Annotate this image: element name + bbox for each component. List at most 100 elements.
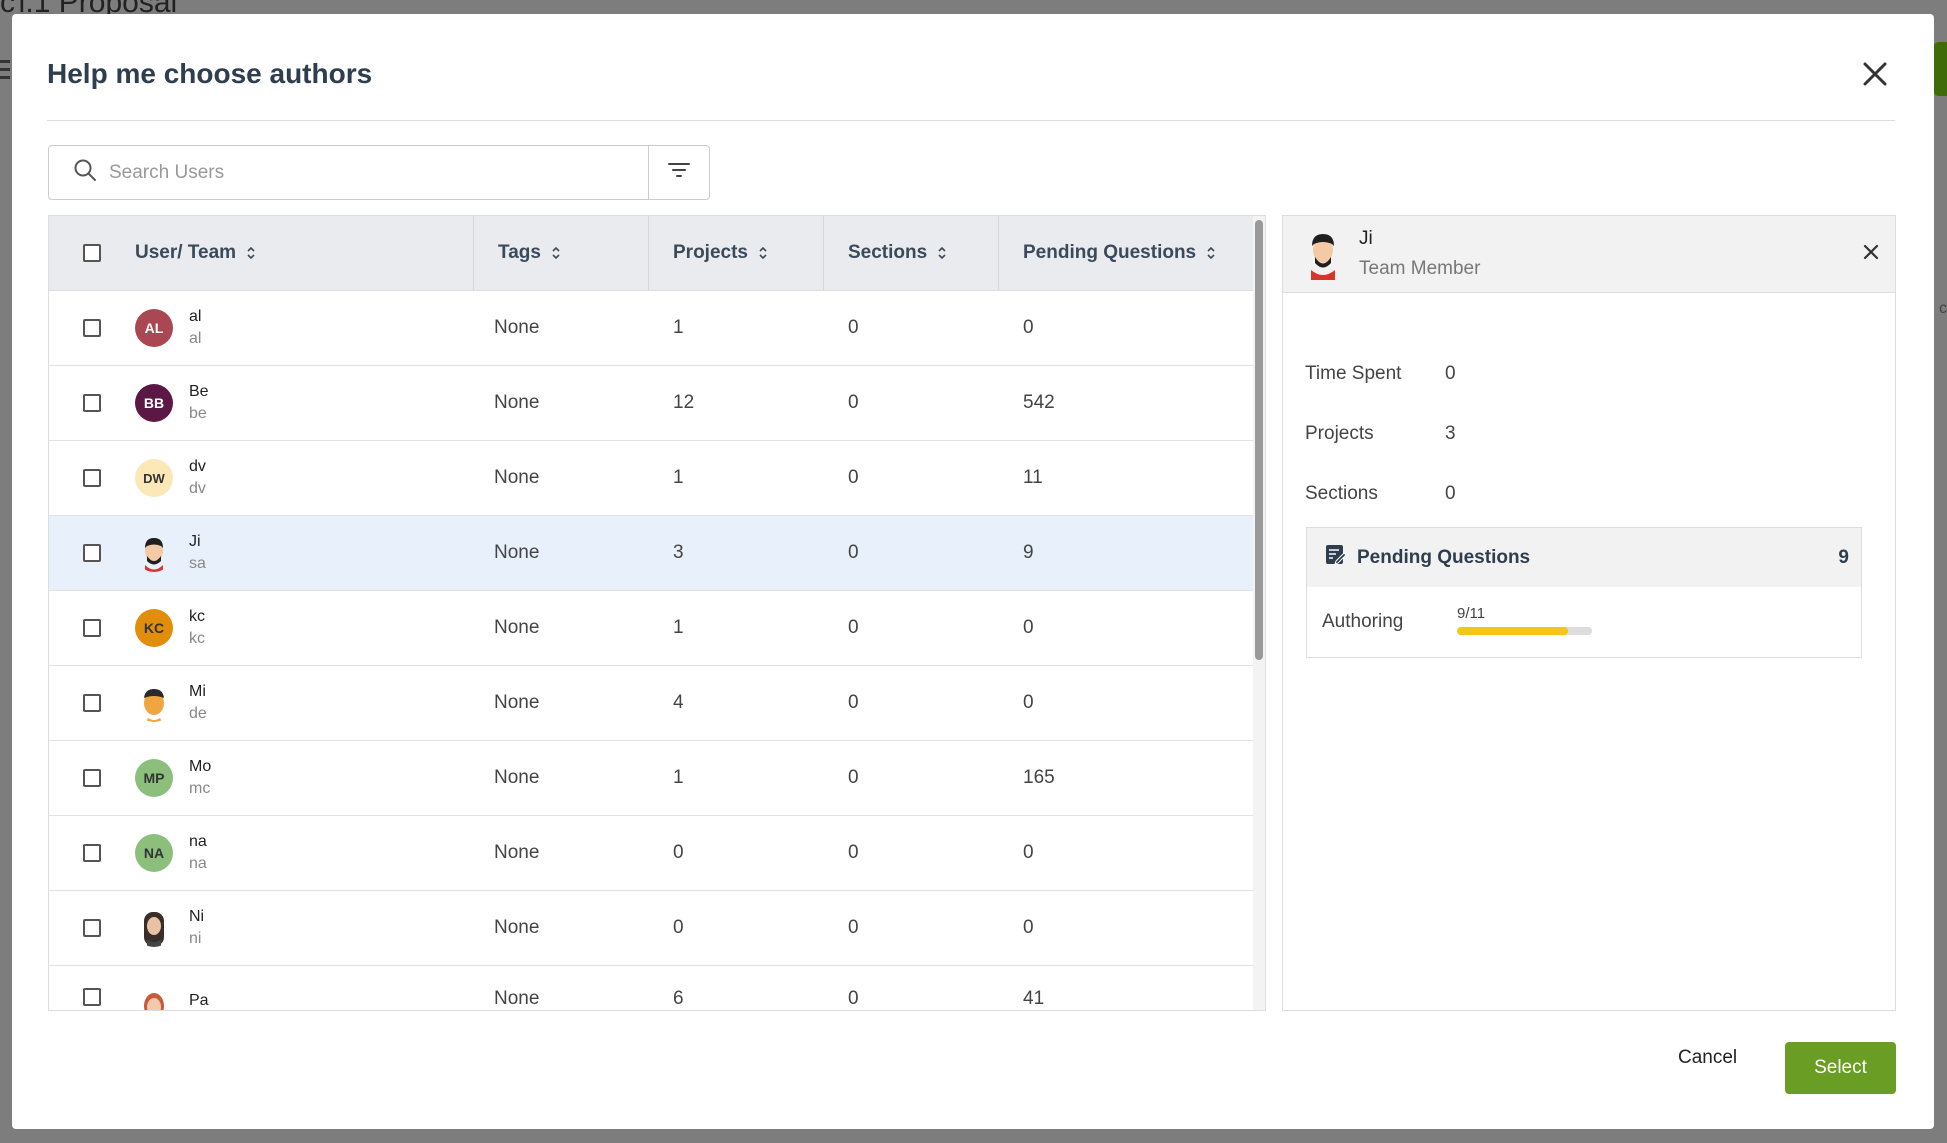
row-checkbox[interactable] xyxy=(83,988,101,1006)
search-field[interactable] xyxy=(49,146,649,199)
edit-note-icon xyxy=(1325,544,1347,571)
search-icon xyxy=(73,158,97,187)
user-name: Be xyxy=(189,383,209,401)
filter-icon xyxy=(668,162,690,183)
header-pending-label: Pending Questions xyxy=(1023,242,1197,263)
cell-sections: 0 xyxy=(848,767,859,788)
header-select-all xyxy=(49,216,135,290)
header-sections[interactable]: Sections xyxy=(824,216,999,290)
stat-label: Time Spent xyxy=(1305,363,1402,384)
table-row[interactable]: KC kc kc None 1 0 0 xyxy=(49,591,1265,666)
choose-authors-modal: Help me choose authors User/ Team xyxy=(12,14,1934,1129)
cell-tags: None xyxy=(494,988,540,1009)
cell-tags: None xyxy=(494,617,540,638)
row-checkbox[interactable] xyxy=(83,694,101,712)
cell-projects: 3 xyxy=(673,542,684,563)
cell-projects: 0 xyxy=(673,917,684,938)
user-name: na xyxy=(189,833,207,851)
user-name: Mo xyxy=(189,758,212,776)
cell-sections: 0 xyxy=(848,317,859,338)
cell-pending: 41 xyxy=(1023,988,1045,1009)
close-icon[interactable] xyxy=(1861,60,1889,88)
stat-value: 0 xyxy=(1445,363,1456,384)
user-email: sa xyxy=(189,555,206,572)
cell-pending: 11 xyxy=(1023,467,1043,488)
cell-tags: None xyxy=(494,917,540,938)
header-pending-questions[interactable]: Pending Questions xyxy=(999,216,1265,290)
cell-projects: 1 xyxy=(673,317,684,338)
header-user-team[interactable]: User/ Team xyxy=(135,216,474,290)
stat-value: 3 xyxy=(1445,423,1456,444)
close-icon[interactable] xyxy=(1861,242,1881,262)
cell-tags: None xyxy=(494,842,540,863)
cell-pending: 0 xyxy=(1023,617,1034,638)
table-row[interactable]: AL al al None 1 0 0 xyxy=(49,291,1265,366)
row-checkbox[interactable] xyxy=(83,544,101,562)
avatar: NA xyxy=(135,834,173,872)
cell-tags: None xyxy=(494,392,540,413)
cell-projects: 4 xyxy=(673,692,684,713)
cell-projects: 1 xyxy=(673,767,684,788)
cell-sections: 0 xyxy=(848,467,859,488)
panel-user-role: Team Member xyxy=(1359,258,1481,279)
table-row-selected[interactable]: Ji sa None 3 0 9 xyxy=(49,516,1265,591)
panel-user-name: Ji xyxy=(1359,228,1373,249)
sort-icon xyxy=(937,245,947,261)
header-sections-label: Sections xyxy=(848,242,928,263)
table-row[interactable]: Pa None 6 0 41 xyxy=(49,966,1265,1010)
row-checkbox[interactable] xyxy=(83,919,101,937)
stat-label: Projects xyxy=(1305,423,1374,444)
table-row[interactable]: Mi de None 4 0 0 xyxy=(49,666,1265,741)
select-all-checkbox[interactable] xyxy=(83,244,101,262)
sort-icon xyxy=(551,245,561,261)
cell-sections: 0 xyxy=(848,917,859,938)
authoring-fraction: 9/11 xyxy=(1457,605,1486,622)
select-button[interactable]: Select xyxy=(1785,1042,1896,1094)
authoring-progress-fill xyxy=(1457,627,1568,635)
row-checkbox[interactable] xyxy=(83,619,101,637)
avatar xyxy=(1303,230,1343,280)
search-bar xyxy=(48,145,710,200)
row-checkbox[interactable] xyxy=(83,469,101,487)
table-row[interactable]: Ni ni None 0 0 0 xyxy=(49,891,1265,966)
cell-pending: 542 xyxy=(1023,392,1055,413)
avatar xyxy=(135,909,173,947)
users-table: User/ Team Tags Projects Sections Pendin… xyxy=(48,215,1266,1011)
user-name: Pa xyxy=(189,992,209,1010)
cell-tags: None xyxy=(494,317,540,338)
panel-header: Ji Team Member xyxy=(1283,216,1895,293)
row-checkbox[interactable] xyxy=(83,769,101,787)
row-checkbox[interactable] xyxy=(83,394,101,412)
cell-pending: 165 xyxy=(1023,767,1055,788)
row-checkbox[interactable] xyxy=(83,319,101,337)
cell-projects: 1 xyxy=(673,617,684,638)
filter-button[interactable] xyxy=(649,146,709,199)
authoring-label: Authoring xyxy=(1322,611,1404,632)
table-row[interactable]: BB Be be None 12 0 542 xyxy=(49,366,1265,441)
table-row[interactable]: DW dv dv None 1 0 11 xyxy=(49,441,1265,516)
table-header: User/ Team Tags Projects Sections Pendin… xyxy=(49,216,1265,291)
pending-questions-header: Pending Questions 9 xyxy=(1307,528,1861,587)
avatar: KC xyxy=(135,609,173,647)
sort-icon xyxy=(758,245,768,261)
stat-label: Sections xyxy=(1305,483,1378,504)
row-checkbox[interactable] xyxy=(83,844,101,862)
search-input[interactable] xyxy=(109,161,609,184)
table-scrollbar[interactable] xyxy=(1253,216,1265,1010)
hamburger-icon xyxy=(0,60,10,82)
table-row[interactable]: MP Mo mc None 1 0 165 xyxy=(49,741,1265,816)
table-row[interactable]: NA na na None 0 0 0 xyxy=(49,816,1265,891)
cell-sections: 0 xyxy=(848,842,859,863)
cell-tags: None xyxy=(494,767,540,788)
background-action-button xyxy=(1933,42,1947,96)
scrollbar-thumb[interactable] xyxy=(1255,220,1263,660)
cell-tags: None xyxy=(494,692,540,713)
cell-tags: None xyxy=(494,467,540,488)
header-tags[interactable]: Tags xyxy=(474,216,649,290)
stat-projects: Projects 3 xyxy=(1305,423,1456,445)
cell-projects: 1 xyxy=(673,467,684,488)
user-detail-panel: Ji Team Member Time Spent 0 Projects 3 S… xyxy=(1282,215,1896,1011)
authoring-progress-bar xyxy=(1457,627,1592,635)
cancel-button[interactable]: Cancel xyxy=(1678,1047,1737,1069)
header-projects[interactable]: Projects xyxy=(649,216,824,290)
